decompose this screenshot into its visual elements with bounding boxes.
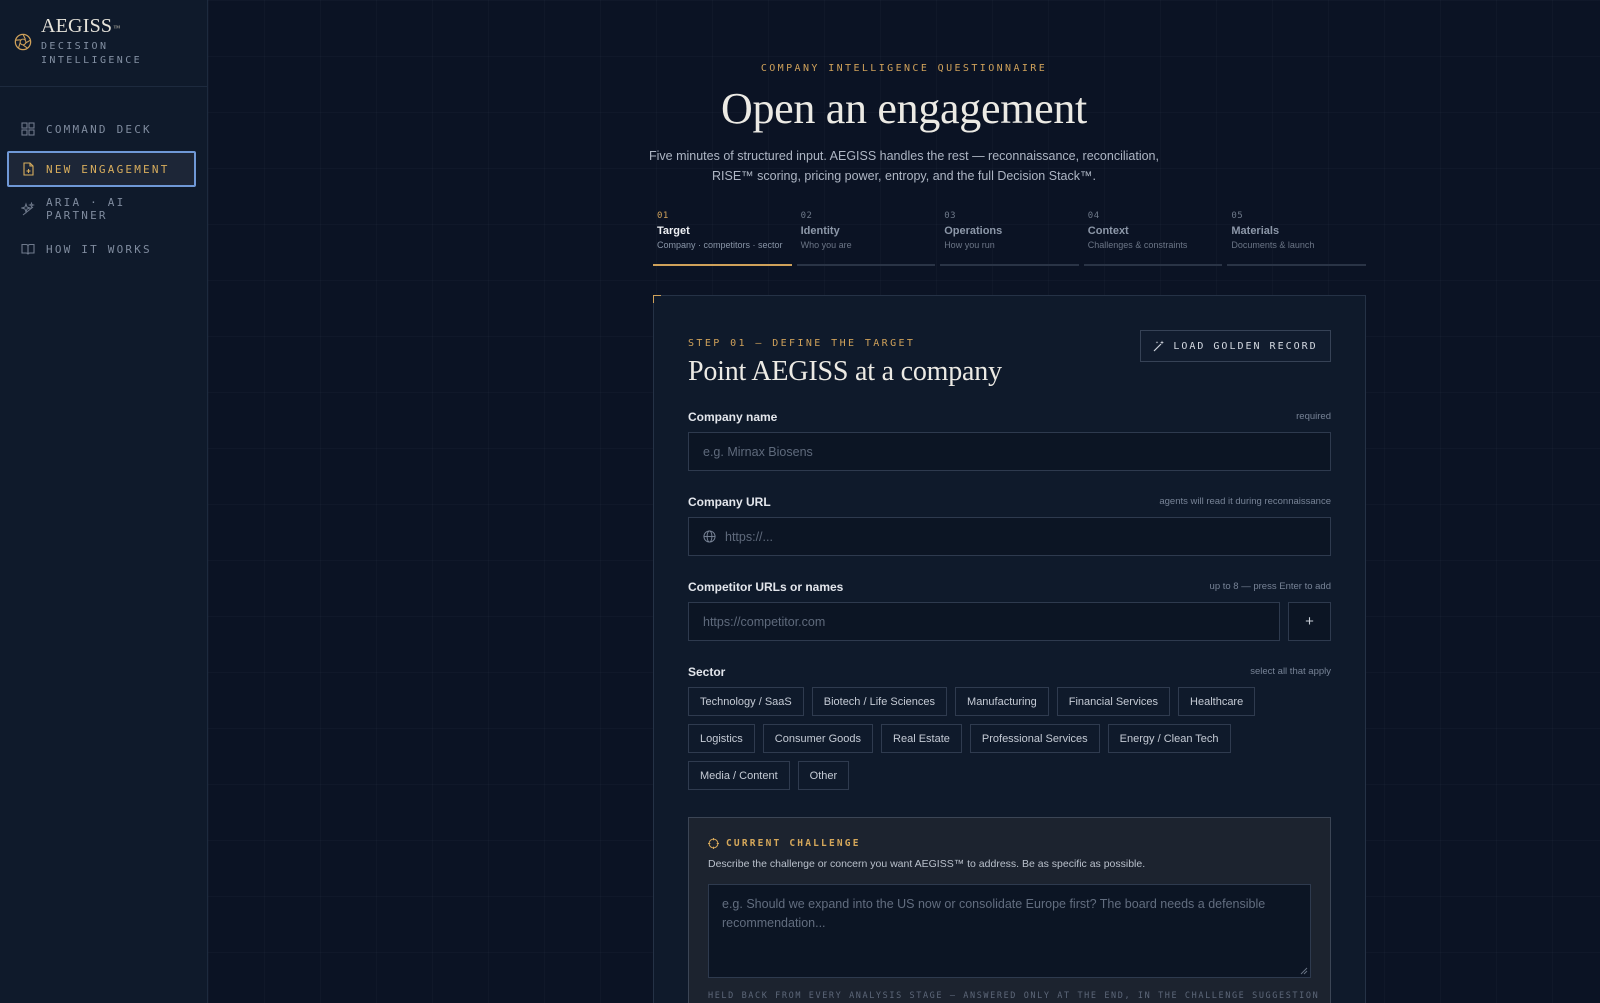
- step-materials[interactable]: 05 Materials Documents & launch: [1227, 211, 1366, 266]
- step-desc: Challenges & constraints: [1087, 240, 1188, 250]
- aperture-icon: [14, 33, 32, 51]
- sector-field: Sector select all that apply Technology …: [688, 665, 1331, 790]
- step-bar: [796, 264, 936, 266]
- plus-icon: +: [1305, 613, 1314, 630]
- step-context[interactable]: 04 Context Challenges & constraints: [1083, 211, 1223, 266]
- challenge-placeholder: e.g. Should we expand into the US now or…: [722, 897, 1266, 930]
- step-number: 02: [800, 211, 813, 221]
- card-eyebrow: STEP 01 — DEFINE THE TARGET: [688, 338, 916, 349]
- sidebar-item-label: HOW IT WORKS: [46, 242, 152, 256]
- golden-button-label: LOAD GOLDEN RECORD: [1173, 340, 1318, 352]
- step-name: Target: [657, 225, 690, 237]
- add-competitor-button[interactable]: +: [1288, 602, 1331, 641]
- resize-handle-icon[interactable]: [1300, 967, 1308, 975]
- sidebar-item-aria[interactable]: ARIA · AI PARTNER: [7, 191, 196, 227]
- sector-chip[interactable]: Other: [797, 761, 850, 790]
- current-challenge-panel: CURRENT CHALLENGE Describe the challenge…: [688, 817, 1331, 1003]
- step-name: Context: [1087, 225, 1129, 237]
- company-url-input[interactable]: https://...: [688, 517, 1331, 556]
- competitors-hint: up to 8 — press Enter to add: [1209, 581, 1331, 592]
- brand-subtitle: DECISION INTELLIGENCE: [41, 41, 143, 66]
- trademark-mark: ™: [113, 24, 121, 32]
- target-icon: [708, 838, 719, 849]
- card-corner-accent: [653, 295, 661, 303]
- sidebar-item-label: NEW ENGAGEMENT: [46, 162, 170, 176]
- challenge-description: Describe the challenge or concern you wa…: [708, 858, 1146, 870]
- company-url-hint: agents will read it during reconnaissanc…: [1159, 496, 1331, 507]
- step-number: 04: [1087, 211, 1100, 221]
- page-header: COMPANY INTELLIGENCE QUESTIONNAIRE Open …: [208, 63, 1600, 186]
- document-icon: [23, 162, 34, 176]
- company-name-hint: required: [1296, 411, 1331, 422]
- step-number: 01: [657, 211, 669, 221]
- step-bar: [940, 264, 1079, 266]
- page-subtitle: Five minutes of structured input. AEGISS…: [649, 149, 1159, 183]
- sidebar-item-new-engagement[interactable]: NEW ENGAGEMENT: [7, 151, 196, 187]
- competitor-input[interactable]: https://competitor.com: [688, 602, 1280, 641]
- sparkle-icon: [21, 202, 35, 216]
- magic-wand-icon: [1153, 340, 1165, 352]
- sector-label: Sector: [688, 665, 726, 679]
- sector-chip[interactable]: Media / Content: [688, 761, 790, 790]
- sidebar-item-command-deck[interactable]: COMMAND DECK: [7, 111, 196, 147]
- step-number: 03: [944, 211, 957, 221]
- step-operations[interactable]: 03 Operations How you run: [940, 211, 1079, 266]
- sector-chip[interactable]: Consumer Goods: [762, 724, 874, 753]
- brand-name[interactable]: AEGISS™: [41, 15, 141, 37]
- sector-chip[interactable]: Healthcare: [1178, 687, 1256, 716]
- step-bar: [1083, 264, 1223, 266]
- app-root: AEGISS™ DECISION INTELLIGENCE COMMAND DE…: [0, 0, 1600, 1003]
- sidebar-item-label: ARIA · AI PARTNER: [46, 196, 126, 222]
- sidebar-nav: COMMAND DECK NEW ENGAGEMENT ARIA · AI PA…: [0, 87, 207, 267]
- sector-hint: select all that apply: [1250, 666, 1331, 677]
- step-progress: 01 Target Company · competitors · sector…: [653, 211, 1366, 266]
- sidebar-item-how-it-works[interactable]: HOW IT WORKS: [7, 231, 196, 267]
- sector-chip[interactable]: Professional Services: [969, 724, 1100, 753]
- company-name-field: Company name required e.g. Mirnax Biosen…: [688, 410, 1331, 471]
- sector-chip[interactable]: Financial Services: [1056, 687, 1171, 716]
- step-name: Identity: [800, 225, 840, 237]
- step-target[interactable]: 01 Target Company · competitors · sector: [653, 211, 792, 266]
- step-desc: Who you are: [800, 240, 852, 250]
- step-name: Operations: [944, 225, 1003, 237]
- competitor-placeholder: https://competitor.com: [703, 614, 826, 629]
- challenge-label: CURRENT CHALLENGE: [726, 838, 861, 849]
- challenge-textarea[interactable]: e.g. Should we expand into the US now or…: [708, 884, 1311, 978]
- questionnaire-card: STEP 01 — DEFINE THE TARGET Point AEGISS…: [653, 295, 1366, 1003]
- step-bar: [1227, 264, 1366, 266]
- globe-icon: [703, 530, 716, 543]
- step-desc: Company · competitors · sector: [657, 240, 783, 250]
- competitors-field: Competitor URLs or names up to 8 — press…: [688, 580, 1331, 641]
- grid-icon: [21, 122, 35, 136]
- step-identity[interactable]: 02 Identity Who you are: [796, 211, 936, 266]
- sidebar-item-label: COMMAND DECK: [46, 122, 152, 136]
- book-icon: [21, 243, 35, 255]
- step-name: Materials: [1231, 225, 1280, 237]
- sector-chip[interactable]: Manufacturing: [955, 687, 1049, 716]
- sector-chip[interactable]: Energy / Clean Tech: [1107, 724, 1231, 753]
- header-eyebrow: COMPANY INTELLIGENCE QUESTIONNAIRE: [760, 63, 1048, 74]
- company-name-input[interactable]: e.g. Mirnax Biosens: [688, 432, 1331, 471]
- step-desc: Documents & launch: [1231, 240, 1315, 250]
- step-bar: [653, 264, 792, 266]
- challenge-footnote: HELD BACK FROM EVERY ANALYSIS STAGE — AN…: [708, 991, 1320, 1001]
- company-name-placeholder: e.g. Mirnax Biosens: [703, 444, 813, 459]
- company-name-label: Company name: [688, 410, 778, 424]
- sector-chip[interactable]: Logistics: [688, 724, 755, 753]
- card-title: Point AEGISS at a company: [688, 356, 1002, 387]
- brand: AEGISS™ DECISION INTELLIGENCE: [0, 0, 207, 87]
- main-content: COMPANY INTELLIGENCE QUESTIONNAIRE Open …: [208, 0, 1600, 1003]
- load-golden-record-button[interactable]: LOAD GOLDEN RECORD: [1140, 330, 1331, 362]
- step-number: 05: [1231, 211, 1244, 221]
- company-url-field: Company URL agents will read it during r…: [688, 495, 1331, 556]
- company-url-placeholder: https://...: [725, 529, 773, 544]
- sector-chip[interactable]: Biotech / Life Sciences: [811, 687, 948, 716]
- sector-chip[interactable]: Technology / SaaS: [688, 687, 804, 716]
- page-title: Open an engagement: [720, 84, 1087, 133]
- step-desc: How you run: [944, 240, 995, 250]
- sidebar: AEGISS™ DECISION INTELLIGENCE COMMAND DE…: [0, 0, 208, 1003]
- sector-chip[interactable]: Real Estate: [881, 724, 962, 753]
- sector-chip-group: Technology / SaaS Biotech / Life Science…: [688, 687, 1331, 798]
